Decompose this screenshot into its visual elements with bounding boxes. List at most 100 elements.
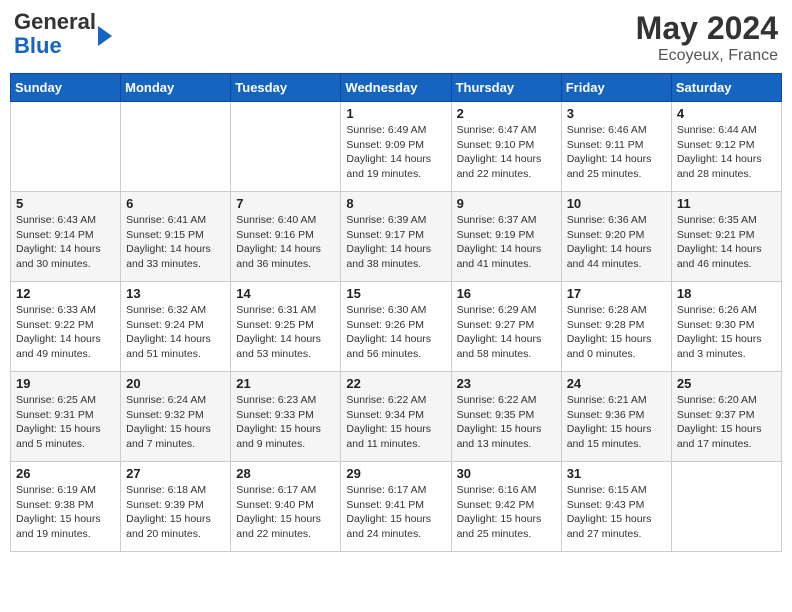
calendar-day-cell: 1 Sunrise: 6:49 AM Sunset: 9:09 PM Daylig… bbox=[341, 102, 451, 192]
calendar-day-cell: 25 Sunrise: 6:20 AM Sunset: 9:37 PM Dayli… bbox=[671, 372, 781, 462]
day-number: 24 bbox=[567, 376, 666, 391]
calendar-day-cell: 6Sunrise: 6:41 AM Sunset: 9:15 PM Daylig… bbox=[121, 192, 231, 282]
day-info: Sunrise: 6:25 AM Sunset: 9:31 PM Dayligh… bbox=[16, 393, 115, 452]
calendar-day-cell: 14 Sunrise: 6:31 AM Sunset: 9:25 PM Dayli… bbox=[231, 282, 341, 372]
day-info: Sunrise: 6:17 AM Sunset: 9:40 PM Dayligh… bbox=[236, 483, 335, 542]
calendar-day-cell: 30 Sunrise: 6:16 AM Sunset: 9:42 PM Dayli… bbox=[451, 462, 561, 552]
calendar-day-header: Wednesday bbox=[341, 74, 451, 102]
day-info: Sunrise: 6:36 AM Sunset: 9:20 PM Dayligh… bbox=[567, 213, 666, 272]
day-number: 3 bbox=[567, 106, 666, 121]
day-info: Sunrise: 6:33 AM Sunset: 9:22 PM Dayligh… bbox=[16, 303, 115, 362]
month-title: May 2024 bbox=[636, 10, 778, 47]
calendar-day-cell: 24 Sunrise: 6:21 AM Sunset: 9:36 PM Dayli… bbox=[561, 372, 671, 462]
calendar-day-cell: 23Sunrise: 6:22 AM Sunset: 9:35 PM Dayli… bbox=[451, 372, 561, 462]
calendar-day-cell: 21 Sunrise: 6:23 AM Sunset: 9:33 PM Dayli… bbox=[231, 372, 341, 462]
calendar-day-cell: 10 Sunrise: 6:36 AM Sunset: 9:20 PM Dayli… bbox=[561, 192, 671, 282]
calendar-week-row: 26Sunrise: 6:19 AM Sunset: 9:38 PM Dayli… bbox=[11, 462, 782, 552]
day-info: Sunrise: 6:21 AM Sunset: 9:36 PM Dayligh… bbox=[567, 393, 666, 452]
day-info: Sunrise: 6:20 AM Sunset: 9:37 PM Dayligh… bbox=[677, 393, 776, 452]
day-info: Sunrise: 6:17 AM Sunset: 9:41 PM Dayligh… bbox=[346, 483, 445, 542]
day-number: 25 bbox=[677, 376, 776, 391]
day-number: 26 bbox=[16, 466, 115, 481]
calendar-week-row: 19 Sunrise: 6:25 AM Sunset: 9:31 PM Dayli… bbox=[11, 372, 782, 462]
day-number: 21 bbox=[236, 376, 335, 391]
day-number: 4 bbox=[677, 106, 776, 121]
day-info: Sunrise: 6:16 AM Sunset: 9:42 PM Dayligh… bbox=[457, 483, 556, 542]
calendar-day-cell: 4Sunrise: 6:44 AM Sunset: 9:12 PM Daylig… bbox=[671, 102, 781, 192]
day-info: Sunrise: 6:40 AM Sunset: 9:16 PM Dayligh… bbox=[236, 213, 335, 272]
calendar-day-header: Sunday bbox=[11, 74, 121, 102]
day-number: 18 bbox=[677, 286, 776, 301]
calendar-day-cell: 20Sunrise: 6:24 AM Sunset: 9:32 PM Dayli… bbox=[121, 372, 231, 462]
day-number: 29 bbox=[346, 466, 445, 481]
day-number: 14 bbox=[236, 286, 335, 301]
location-subtitle: Ecoyeux, France bbox=[636, 47, 778, 65]
calendar-table: SundayMondayTuesdayWednesdayThursdayFrid… bbox=[10, 73, 782, 552]
day-number: 5 bbox=[16, 196, 115, 211]
day-number: 11 bbox=[677, 196, 776, 211]
day-number: 30 bbox=[457, 466, 556, 481]
day-number: 28 bbox=[236, 466, 335, 481]
calendar-week-row: 5Sunrise: 6:43 AM Sunset: 9:14 PM Daylig… bbox=[11, 192, 782, 282]
title-area: May 2024 Ecoyeux, France bbox=[636, 10, 778, 65]
day-info: Sunrise: 6:37 AM Sunset: 9:19 PM Dayligh… bbox=[457, 213, 556, 272]
calendar-day-header: Saturday bbox=[671, 74, 781, 102]
day-info: Sunrise: 6:49 AM Sunset: 9:09 PM Dayligh… bbox=[346, 123, 445, 182]
calendar-day-cell: 28 Sunrise: 6:17 AM Sunset: 9:40 PM Dayli… bbox=[231, 462, 341, 552]
day-info: Sunrise: 6:41 AM Sunset: 9:15 PM Dayligh… bbox=[126, 213, 225, 272]
day-number: 2 bbox=[457, 106, 556, 121]
day-info: Sunrise: 6:18 AM Sunset: 9:39 PM Dayligh… bbox=[126, 483, 225, 542]
day-info: Sunrise: 6:26 AM Sunset: 9:30 PM Dayligh… bbox=[677, 303, 776, 362]
day-number: 13 bbox=[126, 286, 225, 301]
page-header: General Blue May 2024 Ecoyeux, France bbox=[10, 10, 782, 65]
day-number: 27 bbox=[126, 466, 225, 481]
day-info: Sunrise: 6:30 AM Sunset: 9:26 PM Dayligh… bbox=[346, 303, 445, 362]
day-number: 17 bbox=[567, 286, 666, 301]
calendar-day-cell: 8 Sunrise: 6:39 AM Sunset: 9:17 PM Daylig… bbox=[341, 192, 451, 282]
calendar-day-cell: 15 Sunrise: 6:30 AM Sunset: 9:26 PM Dayli… bbox=[341, 282, 451, 372]
day-number: 19 bbox=[16, 376, 115, 391]
calendar-day-cell: 11 Sunrise: 6:35 AM Sunset: 9:21 PM Dayli… bbox=[671, 192, 781, 282]
day-info: Sunrise: 6:35 AM Sunset: 9:21 PM Dayligh… bbox=[677, 213, 776, 272]
calendar-day-cell: 31Sunrise: 6:15 AM Sunset: 9:43 PM Dayli… bbox=[561, 462, 671, 552]
day-number: 16 bbox=[457, 286, 556, 301]
day-info: Sunrise: 6:23 AM Sunset: 9:33 PM Dayligh… bbox=[236, 393, 335, 452]
day-number: 31 bbox=[567, 466, 666, 481]
day-number: 8 bbox=[346, 196, 445, 211]
calendar-day-cell bbox=[11, 102, 121, 192]
calendar-day-cell: 3 Sunrise: 6:46 AM Sunset: 9:11 PM Daylig… bbox=[561, 102, 671, 192]
calendar-week-row: 1 Sunrise: 6:49 AM Sunset: 9:09 PM Daylig… bbox=[11, 102, 782, 192]
day-number: 10 bbox=[567, 196, 666, 211]
day-info: Sunrise: 6:29 AM Sunset: 9:27 PM Dayligh… bbox=[457, 303, 556, 362]
logo-general: General bbox=[14, 9, 96, 34]
calendar-day-cell: 16 Sunrise: 6:29 AM Sunset: 9:27 PM Dayli… bbox=[451, 282, 561, 372]
calendar-week-row: 12Sunrise: 6:33 AM Sunset: 9:22 PM Dayli… bbox=[11, 282, 782, 372]
calendar-day-header: Monday bbox=[121, 74, 231, 102]
day-info: Sunrise: 6:22 AM Sunset: 9:34 PM Dayligh… bbox=[346, 393, 445, 452]
day-info: Sunrise: 6:28 AM Sunset: 9:28 PM Dayligh… bbox=[567, 303, 666, 362]
calendar-day-cell: 13Sunrise: 6:32 AM Sunset: 9:24 PM Dayli… bbox=[121, 282, 231, 372]
day-number: 20 bbox=[126, 376, 225, 391]
day-number: 1 bbox=[346, 106, 445, 121]
day-number: 15 bbox=[346, 286, 445, 301]
calendar-day-cell: 17 Sunrise: 6:28 AM Sunset: 9:28 PM Dayli… bbox=[561, 282, 671, 372]
day-info: Sunrise: 6:31 AM Sunset: 9:25 PM Dayligh… bbox=[236, 303, 335, 362]
day-number: 22 bbox=[346, 376, 445, 391]
day-info: Sunrise: 6:39 AM Sunset: 9:17 PM Dayligh… bbox=[346, 213, 445, 272]
calendar-day-header: Thursday bbox=[451, 74, 561, 102]
calendar-body: 1 Sunrise: 6:49 AM Sunset: 9:09 PM Daylig… bbox=[11, 102, 782, 552]
calendar-day-cell: 27 Sunrise: 6:18 AM Sunset: 9:39 PM Dayli… bbox=[121, 462, 231, 552]
day-info: Sunrise: 6:22 AM Sunset: 9:35 PM Dayligh… bbox=[457, 393, 556, 452]
calendar-day-cell bbox=[671, 462, 781, 552]
logo-blue: Blue bbox=[14, 33, 62, 58]
calendar-day-cell: 19 Sunrise: 6:25 AM Sunset: 9:31 PM Dayli… bbox=[11, 372, 121, 462]
logo-arrow-icon bbox=[98, 26, 112, 46]
calendar-day-cell: 12Sunrise: 6:33 AM Sunset: 9:22 PM Dayli… bbox=[11, 282, 121, 372]
calendar-day-cell: 2Sunrise: 6:47 AM Sunset: 9:10 PM Daylig… bbox=[451, 102, 561, 192]
calendar-day-cell bbox=[121, 102, 231, 192]
calendar-day-header: Friday bbox=[561, 74, 671, 102]
calendar-day-header: Tuesday bbox=[231, 74, 341, 102]
calendar-day-cell: 29 Sunrise: 6:17 AM Sunset: 9:41 PM Dayli… bbox=[341, 462, 451, 552]
day-number: 7 bbox=[236, 196, 335, 211]
day-info: Sunrise: 6:46 AM Sunset: 9:11 PM Dayligh… bbox=[567, 123, 666, 182]
